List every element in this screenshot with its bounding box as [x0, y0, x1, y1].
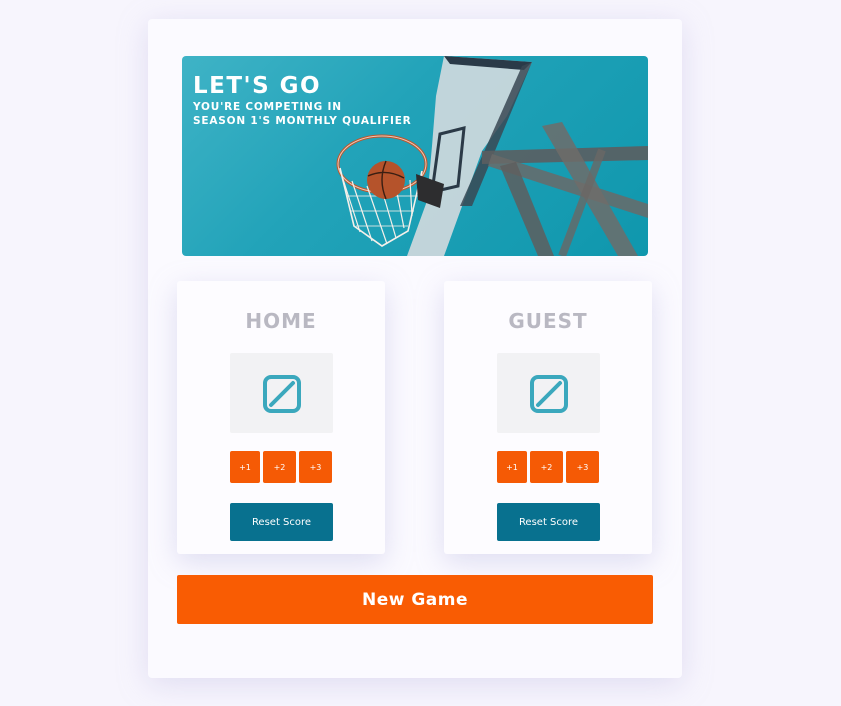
guest-team-name: GUEST	[508, 309, 588, 333]
banner: LET'S GO YOU'RE COMPETING IN SEASON 1'S …	[182, 56, 648, 256]
home-add-buttons: +1 +2 +3	[230, 451, 332, 483]
home-score-display	[230, 353, 333, 433]
scoreboard-card: LET'S GO YOU'RE COMPETING IN SEASON 1'S …	[148, 19, 682, 678]
banner-subtitle-line1: YOU'RE COMPETING IN	[193, 101, 342, 113]
guest-team-card: GUEST +1 +2 +3 Reset Score	[444, 281, 652, 554]
guest-add-3-button[interactable]: +3	[566, 451, 599, 483]
guest-add-buttons: +1 +2 +3	[497, 451, 599, 483]
broken-image-icon	[263, 375, 301, 413]
guest-score-display	[497, 353, 600, 433]
home-add-2-button[interactable]: +2	[263, 451, 296, 483]
new-game-button[interactable]: New Game	[177, 575, 653, 624]
home-add-3-button[interactable]: +3	[299, 451, 332, 483]
guest-add-1-button[interactable]: +1	[497, 451, 527, 483]
banner-title: LET'S GO	[193, 73, 322, 99]
broken-image-icon	[530, 375, 568, 413]
home-add-1-button[interactable]: +1	[230, 451, 260, 483]
home-team-name: HOME	[245, 309, 317, 333]
home-reset-score-button[interactable]: Reset Score	[230, 503, 333, 541]
guest-add-2-button[interactable]: +2	[530, 451, 563, 483]
banner-subtitle-line2: SEASON 1'S MONTHLY QUALIFIER	[193, 115, 412, 127]
guest-reset-score-button[interactable]: Reset Score	[497, 503, 600, 541]
home-team-card: HOME +1 +2 +3 Reset Score	[177, 281, 385, 554]
